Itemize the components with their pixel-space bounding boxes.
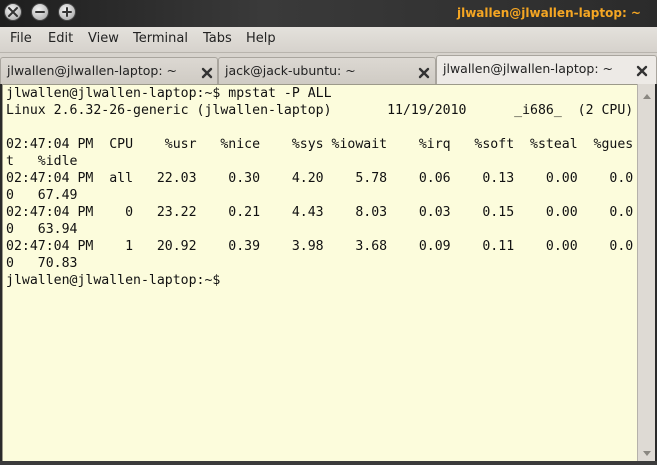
terminal-prompt: jlwallen@jlwallen-laptop:~$: [6, 273, 221, 288]
menu-terminal[interactable]: Terminal: [133, 31, 188, 46]
terminal-line: jlwallen@jlwallen-laptop:~$ mpstat -P AL…: [6, 86, 332, 101]
tab-bar: jlwallen@jlwallen-laptop: ~ jack@jack-ub…: [0, 53, 657, 84]
tab-label: jlwallen@jlwallen-laptop: ~: [7, 63, 177, 78]
scroll-down-icon[interactable]: [641, 444, 653, 456]
menu-tabs[interactable]: Tabs: [203, 31, 232, 46]
tab-jlwallen-1[interactable]: jlwallen@jlwallen-laptop: ~: [0, 57, 218, 84]
menu-view[interactable]: View: [88, 31, 119, 46]
terminal-line: 02:47:04 PM 1 20.92 0.39 3.98 3.68 0.09 …: [6, 239, 634, 254]
tab-jack[interactable]: jack@jack-ubuntu: ~: [218, 57, 436, 84]
title-bar[interactable]: jlwallen@jlwallen-laptop: ~: [0, 0, 657, 27]
close-icon[interactable]: [417, 65, 431, 79]
terminal-line: 0 63.94: [6, 222, 78, 237]
menu-help[interactable]: Help: [246, 31, 276, 46]
terminal-scrollbar[interactable]: [637, 84, 655, 461]
close-icon[interactable]: [635, 63, 649, 77]
window-bottom-edge: [0, 461, 657, 465]
terminal-line: 0 70.83: [6, 256, 78, 271]
window-title: jlwallen@jlwallen-laptop: ~: [456, 6, 641, 20]
terminal-line: t %idle: [6, 154, 78, 169]
close-icon[interactable]: [200, 65, 214, 79]
tab-label: jlwallen@jlwallen-laptop: ~: [443, 61, 613, 76]
terminal-line: 02:47:04 PM all 22.03 0.30 4.20 5.78 0.0…: [6, 171, 634, 186]
terminal-line: 0 67.49: [6, 188, 78, 203]
menu-bar: File Edit View Terminal Tabs Help: [0, 27, 657, 53]
minimize-icon[interactable]: [31, 3, 49, 21]
maximize-icon[interactable]: [58, 3, 76, 21]
menu-edit[interactable]: Edit: [48, 31, 73, 46]
close-icon[interactable]: [4, 3, 22, 21]
terminal-line: Linux 2.6.32-26-generic (jlwallen-laptop…: [6, 103, 634, 118]
tab-jlwallen-2[interactable]: jlwallen@jlwallen-laptop: ~: [436, 55, 657, 84]
menu-file[interactable]: File: [10, 31, 32, 46]
tab-label: jack@jack-ubuntu: ~: [225, 63, 356, 78]
terminal-line: 02:47:04 PM CPU %usr %nice %sys %iowait …: [6, 137, 634, 152]
terminal-output[interactable]: jlwallen@jlwallen-laptop:~$ mpstat -P AL…: [2, 84, 637, 461]
terminal-line: 02:47:04 PM 0 23.22 0.21 4.43 8.03 0.03 …: [6, 205, 634, 220]
scroll-up-icon[interactable]: [641, 88, 653, 100]
